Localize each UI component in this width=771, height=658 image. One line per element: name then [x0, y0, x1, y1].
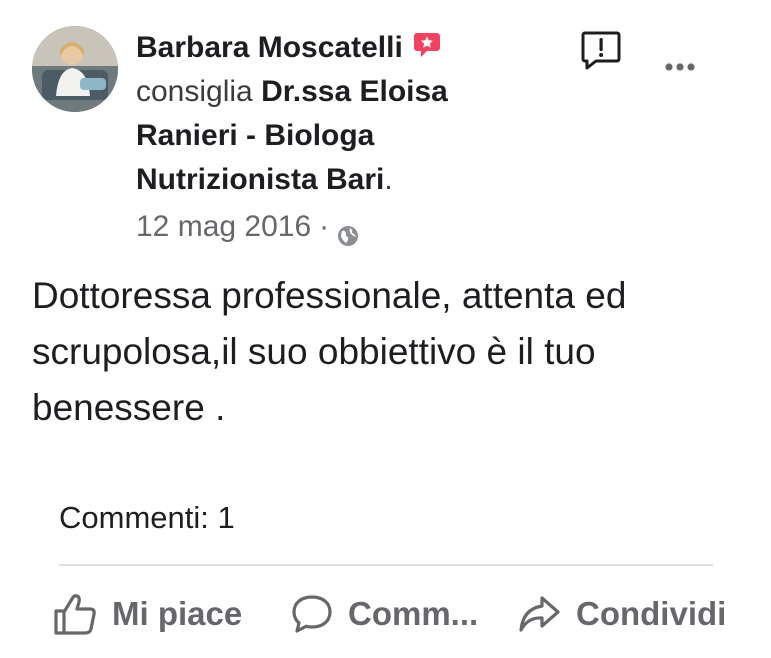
comment-bubble-icon: [292, 595, 332, 633]
thumbs-up-icon: [54, 594, 96, 635]
action-bar: Mi piace Comm... Condividi: [0, 584, 771, 644]
post-date[interactable]: 12 mag 2016: [136, 205, 311, 249]
author-name[interactable]: Barbara Moscatelli: [136, 26, 403, 70]
more-options-icon[interactable]: [660, 55, 700, 79]
share-button[interactable]: Condividi: [516, 584, 726, 644]
report-icon[interactable]: [580, 30, 622, 72]
recommends-verb: consiglia: [136, 75, 253, 108]
comment-button[interactable]: Comm...: [290, 584, 478, 644]
globe-icon: [337, 216, 359, 246]
period: .: [384, 163, 393, 196]
author-line: Barbara Moscatelli: [136, 26, 536, 70]
like-label: Mi piace: [112, 595, 243, 632]
comment-label: Comm...: [348, 595, 479, 632]
comments-count[interactable]: Commenti: 1: [59, 498, 235, 538]
like-button[interactable]: Mi piace: [52, 584, 242, 644]
avatar[interactable]: [32, 26, 118, 112]
post-header: Barbara Moscatelli consiglia Dr.ssa Eloi…: [136, 26, 536, 202]
post-meta: 12 mag 2016 ·: [136, 205, 359, 249]
recommendation-badge-icon: [413, 28, 441, 57]
recommendation-post: Barbara Moscatelli consiglia Dr.ssa Eloi…: [0, 0, 771, 658]
share-arrow-icon: [519, 596, 560, 632]
recommendation-line: consiglia Dr.ssa Eloisa Ranieri - Biolog…: [136, 70, 536, 202]
divider: [59, 564, 713, 566]
share-label: Condividi: [576, 595, 727, 632]
meta-separator: ·: [319, 210, 330, 243]
post-text: Dottoressa professionale, attenta ed scr…: [32, 275, 627, 428]
